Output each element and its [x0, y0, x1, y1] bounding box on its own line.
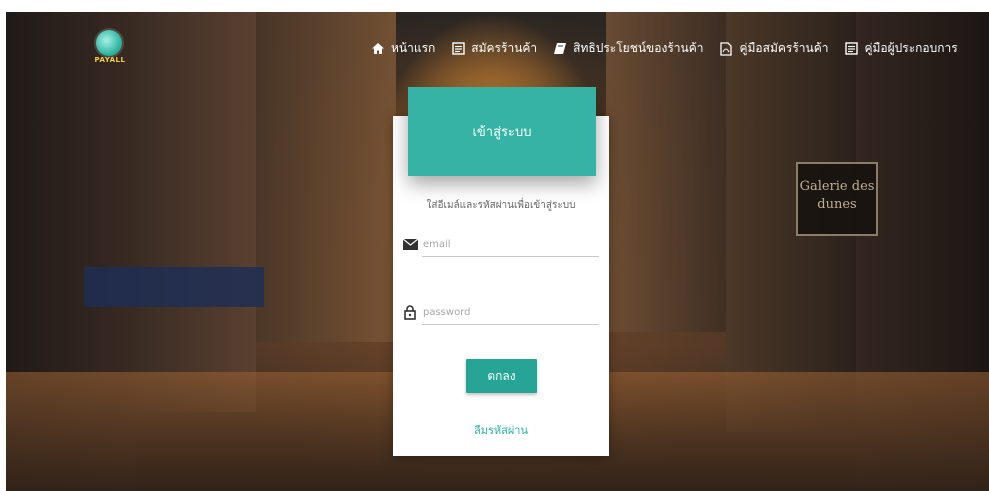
login-card-header: เข้าสู่ระบบ — [408, 87, 596, 176]
pdf-icon — [719, 41, 733, 56]
logo-emblem-icon — [96, 30, 122, 56]
top-nav: หน้าแรก สมัครร้านค้า สิทธิประโยชน์ของร้า… — [371, 39, 958, 58]
nav-item-label: คู่มือสมัครร้านค้า — [739, 41, 829, 55]
nav-item-home[interactable]: หน้าแรก — [371, 39, 435, 58]
nav-item-merchant-manual[interactable]: คู่มือผู้ประกอบการ — [844, 39, 958, 58]
password-field-group — [402, 300, 599, 326]
form-icon — [451, 42, 465, 56]
nav-item-shop-manual[interactable]: คู่มือสมัครร้านค้า — [719, 39, 828, 58]
form-icon — [844, 42, 858, 56]
galerie-sign: Galerie des dunes — [796, 162, 878, 236]
envelope-icon — [402, 236, 418, 252]
logo[interactable]: PAYALL — [88, 26, 132, 70]
building-left-mid — [136, 12, 256, 412]
forgot-password-link[interactable]: ลืมรหัสผ่าน — [393, 421, 609, 439]
home-icon — [371, 42, 385, 56]
building-right-near — [606, 12, 726, 332]
logo-text: PAYALL — [94, 56, 126, 64]
email-field-group — [402, 232, 599, 258]
lock-icon — [402, 304, 418, 320]
nav-item-label: สมัครร้านค้า — [471, 41, 538, 55]
shop-sign — [84, 267, 264, 307]
nav-item-label: คู่มือผู้ประกอบการ — [864, 41, 958, 55]
nav-item-shop-benefits[interactable]: สิทธิประโยชน์ของร้านค้า — [553, 39, 703, 58]
nav-item-register-shop[interactable]: สมัครร้านค้า — [451, 39, 537, 58]
nav-item-label: สิทธิประโยชน์ของร้านค้า — [573, 41, 704, 55]
email-input[interactable] — [422, 232, 599, 257]
galerie-sign-text: Galerie des dunes — [799, 179, 875, 212]
submit-button[interactable]: ตกลง — [466, 359, 537, 393]
building-left-near — [256, 12, 396, 342]
login-title: เข้าสู่ระบบ — [472, 125, 532, 140]
book-icon — [553, 42, 567, 56]
nav-item-label: หน้าแรก — [391, 41, 436, 55]
login-subtitle: ใส่อีเมล์และรหัสผ่านเพื่อเข้าสู่ระบบ — [426, 200, 576, 211]
password-input[interactable] — [422, 300, 599, 325]
